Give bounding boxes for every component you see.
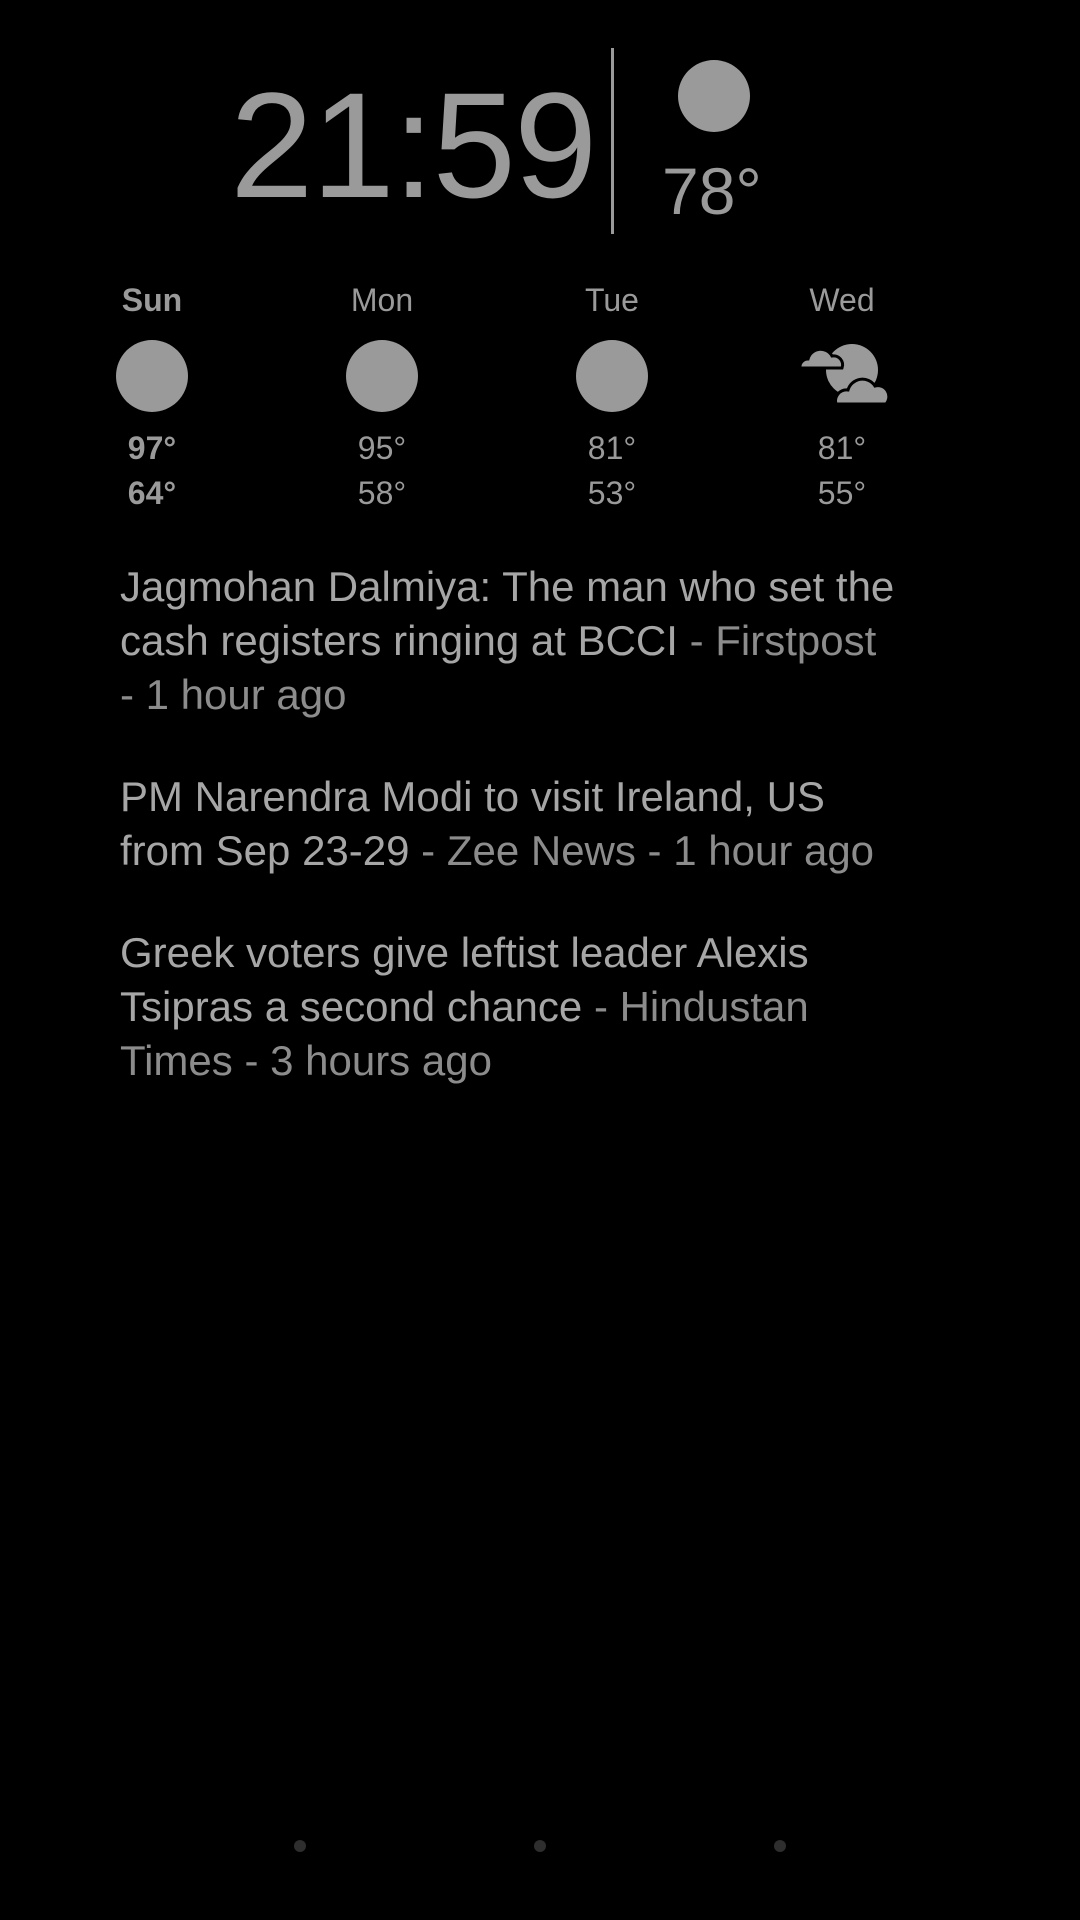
sun-icon[interactable] [678,60,750,132]
forecast-day-name: Mon [350,282,414,318]
clock-weather-header: 21:59 78° [0,0,1080,240]
forecast-low-temp: 58° [357,475,407,511]
forecast-low-temp: 55° [817,475,867,511]
page-dot[interactable] [774,1840,786,1852]
sun-icon [336,340,428,412]
news-item[interactable]: PM Narendra Modi to visit Ireland, US fr… [120,770,900,878]
forecast-day-wed[interactable]: Wed 81° 55° [767,280,917,516]
forecast-day-mon[interactable]: Mon 95° 58° [307,280,457,516]
news-source: - Zee News - 1 hour ago [409,827,875,874]
forecast-day-name: Tue [585,282,639,318]
forecast-day-tue[interactable]: Tue 81° 53° [537,280,687,516]
page-dot[interactable] [534,1840,546,1852]
clock-divider [611,48,614,234]
forecast-low-temp: 64° [127,475,177,511]
forecast-high-temp: 81° [587,430,637,466]
current-temperature[interactable]: 78° [662,158,762,224]
forecast-day-name: Wed [809,282,875,318]
forecast-day-name: Sun [121,282,183,318]
clock-time[interactable]: 21:59 [230,70,597,220]
news-item[interactable]: Jagmohan Dalmiya: The man who set the ca… [120,560,900,722]
forecast-high-temp: 95° [357,430,407,466]
page-indicator [0,1840,1080,1856]
weather-forecast[interactable]: Sun 97° 64° Mon 95° 58° Tue 81° 53° Wed … [0,280,1080,530]
news-feed: Jagmohan Dalmiya: The man who set the ca… [120,560,900,1136]
news-item[interactable]: Greek voters give leftist leader Alexis … [120,926,900,1088]
forecast-high-temp: 81° [817,430,867,466]
forecast-high-temp: 97° [127,430,177,466]
sun-icon [566,340,658,412]
sun-icon [106,340,198,412]
page-dot[interactable] [294,1840,306,1852]
forecast-day-sun[interactable]: Sun 97° 64° [77,280,227,516]
partly-cloudy-icon [796,340,891,412]
forecast-low-temp: 53° [587,475,637,511]
